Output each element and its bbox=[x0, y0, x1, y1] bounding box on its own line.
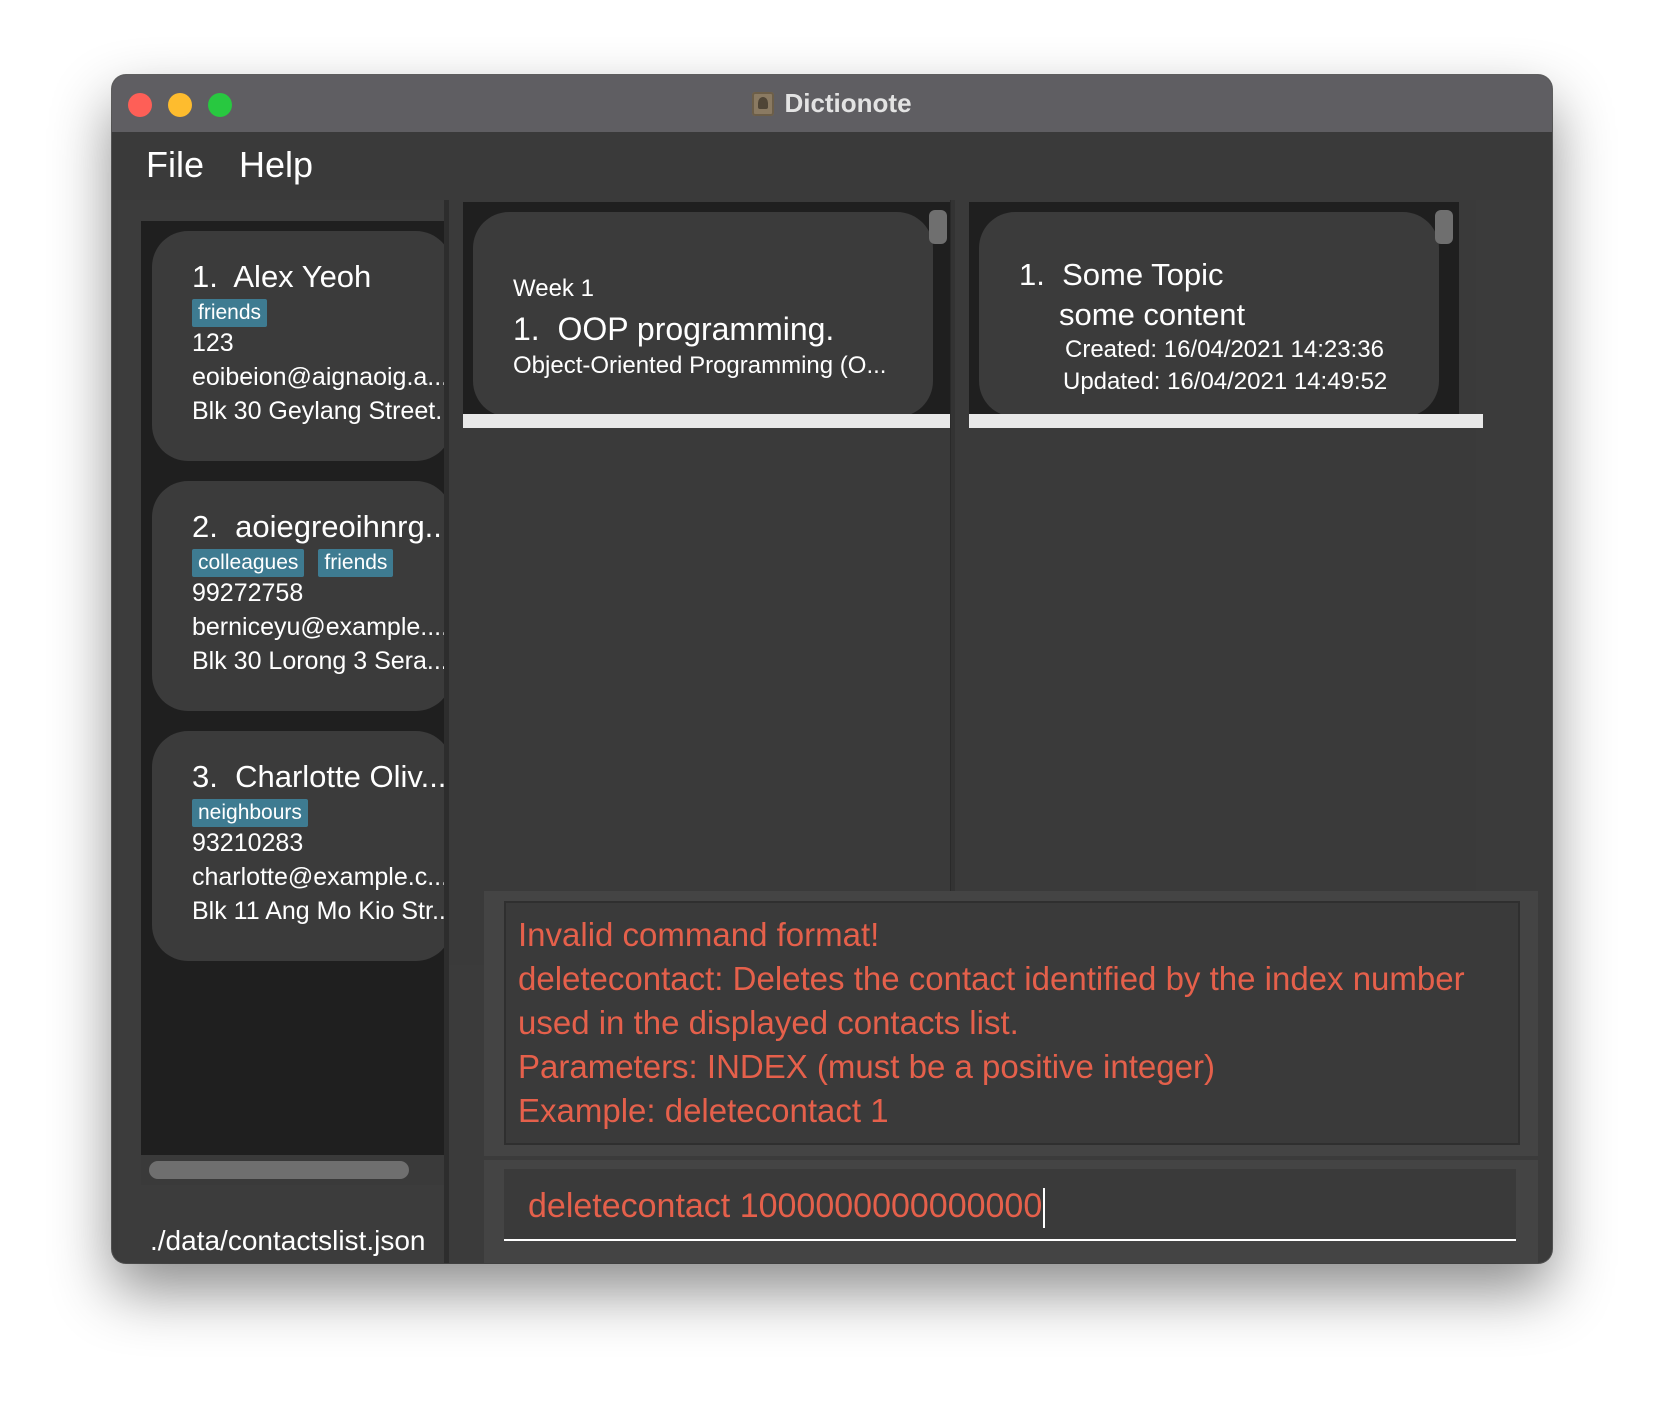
command-value: deletecontact 1000000000000000 bbox=[528, 1187, 1043, 1225]
note-list-pane: Week 1 1. OOP programming. Object-Orient… bbox=[449, 200, 978, 965]
contact-card[interactable]: 2. aoiegreoihnrg... colleagues friends 9… bbox=[152, 481, 447, 711]
content-list-horizontal-scrollbar[interactable] bbox=[969, 414, 1483, 428]
contact-tag: colleagues bbox=[192, 549, 305, 577]
contact-tags: friends bbox=[192, 299, 268, 327]
app-window: Dictionote File Help 1. Alex Yeoh friend… bbox=[112, 75, 1552, 1263]
app-icon bbox=[752, 91, 775, 116]
contact-title: 3. Charlotte Oliv... bbox=[192, 759, 446, 795]
result-line: Example: deletecontact 1 bbox=[518, 1092, 889, 1129]
title-bar: Dictionote bbox=[112, 75, 1552, 133]
command-input[interactable]: deletecontact 1000000000000000 bbox=[504, 1169, 1516, 1241]
result-line: used in the displayed contacts list. bbox=[518, 1004, 1019, 1041]
note-list-scrollbar[interactable] bbox=[929, 210, 947, 244]
contact-address: Blk 30 Lorong 3 Sera... bbox=[192, 647, 447, 675]
contact-list[interactable]: 1. Alex Yeoh friends 123 eoibeion@aignao… bbox=[141, 221, 447, 1155]
contact-email: charlotte@example.c... bbox=[192, 863, 447, 891]
note-title: 1. OOP programming. bbox=[513, 311, 834, 348]
result-display-pane: Invalid command format! deletecontact: D… bbox=[484, 891, 1538, 1156]
note-tag: Week 1 bbox=[513, 275, 594, 302]
topic-created: Created: 16/04/2021 14:23:36 bbox=[1065, 336, 1384, 363]
contact-name: aoiegreoihnrg... bbox=[235, 509, 447, 544]
contact-tag: friends bbox=[318, 549, 394, 577]
topic-updated: Updated: 16/04/2021 14:49:52 bbox=[1063, 368, 1388, 395]
topic-title: 1. Some Topic bbox=[1019, 257, 1224, 293]
contact-email: berniceyu@example.... bbox=[192, 613, 447, 641]
menu-bar: File Help bbox=[112, 132, 1552, 200]
contact-card[interactable]: 1. Alex Yeoh friends 123 eoibeion@aignao… bbox=[152, 231, 447, 461]
contact-list-scrollbar[interactable] bbox=[141, 1155, 447, 1185]
contact-tags: neighbours bbox=[192, 799, 308, 827]
contact-address: Blk 30 Geylang Street... bbox=[192, 397, 447, 425]
contact-name: Alex Yeoh bbox=[233, 259, 372, 294]
topic-index: 1. bbox=[1019, 257, 1045, 292]
contact-tag: neighbours bbox=[192, 799, 308, 827]
result-display[interactable]: Invalid command format! deletecontact: D… bbox=[504, 901, 1520, 1145]
note-index: 1. bbox=[513, 311, 540, 347]
content-list-scrollbar[interactable] bbox=[1435, 210, 1453, 244]
window-title: Dictionote bbox=[784, 88, 912, 118]
contact-index: 1. bbox=[192, 259, 218, 294]
contact-name: Charlotte Oliv... bbox=[235, 759, 447, 794]
result-line: deletecontact: Deletes the contact ident… bbox=[518, 960, 1465, 997]
scrollbar-thumb[interactable] bbox=[149, 1161, 409, 1179]
command-box-pane: deletecontact 1000000000000000 bbox=[484, 1160, 1538, 1263]
window-title-group: Dictionote bbox=[112, 75, 1552, 132]
topic-content: some content bbox=[1059, 297, 1246, 332]
contact-address: Blk 11 Ang Mo Kio Str... bbox=[192, 897, 447, 925]
result-text: Invalid command format! deletecontact: D… bbox=[506, 913, 1465, 1133]
topic-card[interactable]: 1. Some Topic some content Created: 16/0… bbox=[979, 212, 1439, 417]
contact-index: 3. bbox=[192, 759, 218, 794]
note-list[interactable]: Week 1 1. OOP programming. Object-Orient… bbox=[463, 202, 953, 417]
contact-phone: 93210283 bbox=[192, 829, 304, 857]
command-input-text: deletecontact 1000000000000000 bbox=[528, 1187, 1046, 1229]
contact-card[interactable]: 3. Charlotte Oliv... neighbours 93210283… bbox=[152, 731, 447, 961]
contact-list-pane: 1. Alex Yeoh friends 123 eoibeion@aignao… bbox=[118, 200, 447, 1263]
contact-tags: colleagues friends bbox=[192, 549, 394, 577]
contact-email: eoibeion@aignaoig.a... bbox=[192, 363, 447, 391]
menu-file[interactable]: File bbox=[146, 144, 204, 186]
topic-title-text: Some Topic bbox=[1062, 257, 1224, 292]
note-content-list[interactable]: 1. Some Topic some content Created: 16/0… bbox=[969, 202, 1459, 417]
text-caret bbox=[1043, 1188, 1046, 1229]
note-description: Object-Oriented Programming (O... bbox=[513, 352, 887, 379]
contact-title: 1. Alex Yeoh bbox=[192, 259, 371, 295]
result-line: Invalid command format! bbox=[518, 916, 880, 953]
note-list-horizontal-scrollbar[interactable] bbox=[463, 414, 978, 428]
storage-path: ./data/contactslist.json bbox=[150, 1225, 426, 1256]
contact-phone: 99272758 bbox=[192, 579, 304, 607]
result-line: Parameters: INDEX (must be a positive in… bbox=[518, 1048, 1215, 1085]
menu-help[interactable]: Help bbox=[239, 144, 313, 186]
contact-tag: friends bbox=[192, 299, 268, 327]
contact-title: 2. aoiegreoihnrg... bbox=[192, 509, 447, 545]
note-card[interactable]: Week 1 1. OOP programming. Object-Orient… bbox=[473, 212, 933, 417]
note-title-text: OOP programming. bbox=[557, 311, 835, 347]
note-content-pane: 1. Some Topic some content Created: 16/0… bbox=[955, 200, 1483, 965]
contact-phone: 123 bbox=[192, 329, 234, 357]
contact-index: 2. bbox=[192, 509, 218, 544]
